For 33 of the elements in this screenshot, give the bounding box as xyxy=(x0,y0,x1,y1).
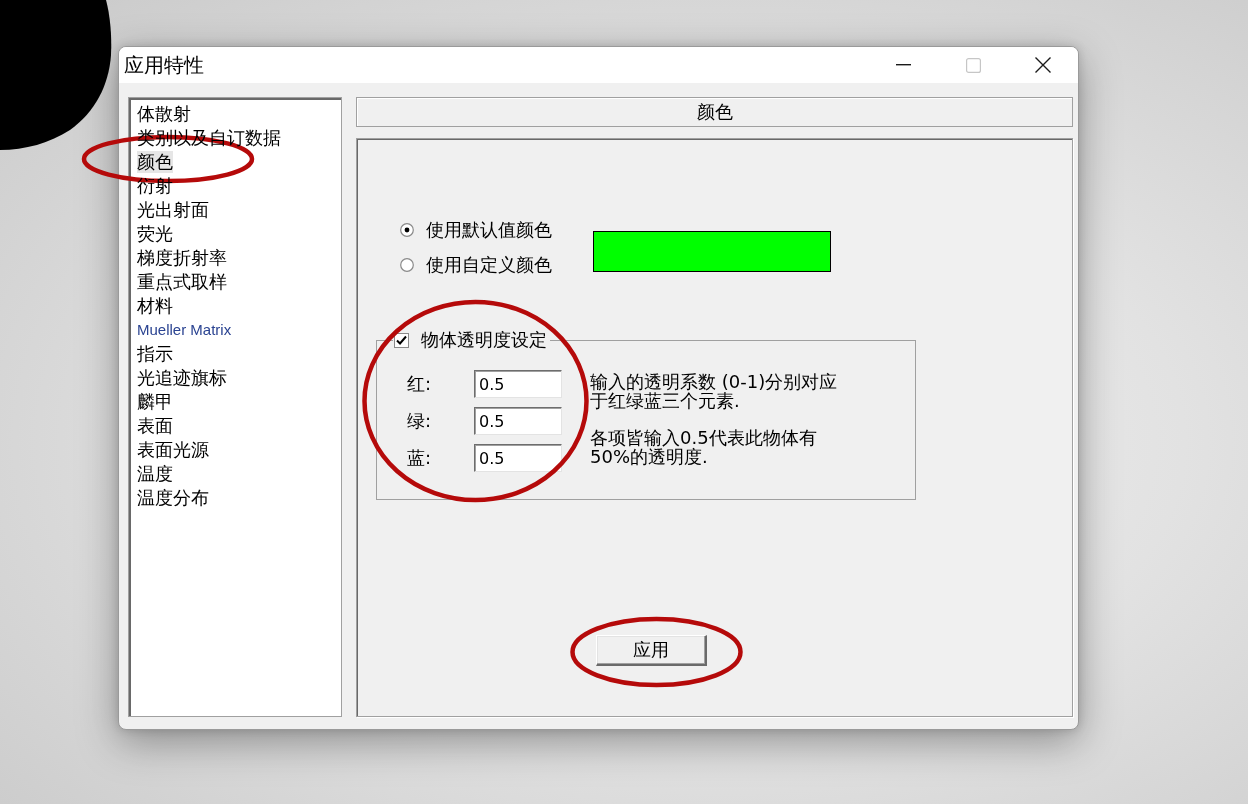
list-item[interactable]: 材料 xyxy=(137,295,173,317)
field-label: 红: xyxy=(407,372,433,396)
window-title: 应用特性 xyxy=(123,53,204,77)
list-item[interactable]: 麟甲 xyxy=(137,391,173,413)
value-field[interactable]: 0.5 xyxy=(474,407,562,435)
list-item[interactable]: 光追迹旗标 xyxy=(137,367,227,389)
maximize-icon xyxy=(965,57,981,73)
list-item[interactable]: 指示 xyxy=(137,343,173,365)
list-item[interactable]: 梯度折射率 xyxy=(137,247,227,269)
list-item[interactable]: 温度 xyxy=(137,463,173,485)
list-item[interactable]: 重点式取样 xyxy=(137,271,227,293)
color-swatch[interactable] xyxy=(593,231,831,272)
help-text: 输入的透明系数 (0-1)分别对应于红绿蓝三个元素. xyxy=(590,372,839,410)
value-field[interactable]: 0.5 xyxy=(474,370,562,398)
transparency-checkbox[interactable]: 物体透明度设定 xyxy=(394,328,547,352)
list-item[interactable]: 体散射 xyxy=(137,103,191,125)
apply-button[interactable]: 应用 xyxy=(596,635,707,666)
radio-option[interactable]: 使用默认值颜色 xyxy=(400,218,593,242)
list-item[interactable]: 荧光 xyxy=(137,223,173,245)
list-item[interactable]: 光出射面 xyxy=(137,199,209,221)
help-text: 各项皆输入0.5代表此物体有50%的透明度. xyxy=(590,428,818,466)
field-label: 绿: xyxy=(407,409,433,433)
field-label: 蓝: xyxy=(407,446,433,470)
list-item[interactable]: 颜色 xyxy=(137,151,173,173)
section-header: 颜色 xyxy=(356,97,1073,127)
minimize-icon xyxy=(895,64,911,66)
list-item[interactable]: Mueller Matrix xyxy=(137,319,232,341)
list-item[interactable]: 温度分布 xyxy=(137,487,209,509)
list-item[interactable]: 表面 xyxy=(137,415,173,437)
close-icon xyxy=(1035,57,1051,73)
value-field[interactable]: 0.5 xyxy=(474,444,562,472)
radio-option[interactable]: 使用自定义颜色 xyxy=(400,253,593,277)
list-item[interactable]: 表面光源 xyxy=(137,439,209,461)
